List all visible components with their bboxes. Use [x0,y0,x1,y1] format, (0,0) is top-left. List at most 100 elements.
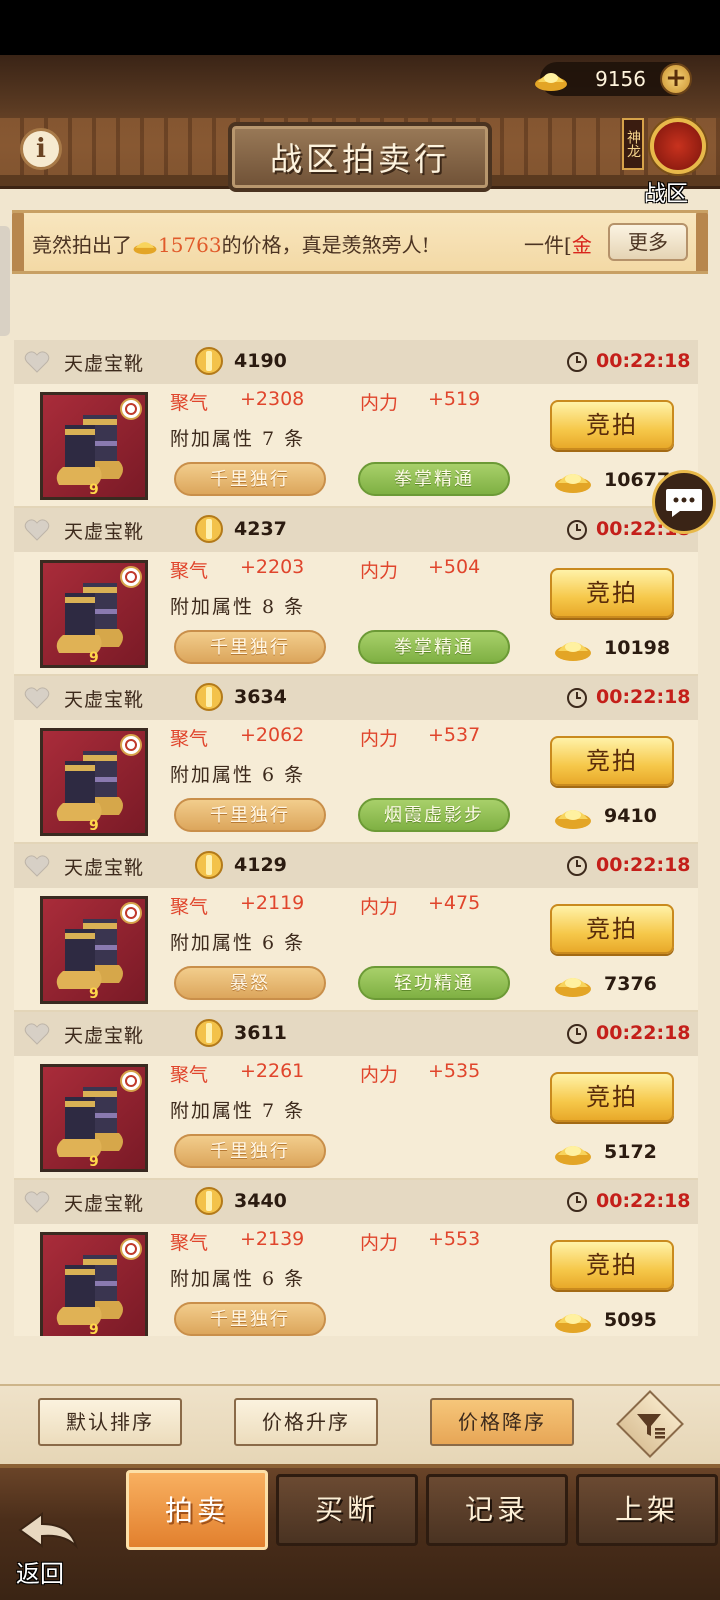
tab-records[interactable]: 记录 [426,1474,568,1546]
stat1-label: 聚气 [170,1232,209,1254]
heart-icon[interactable] [24,854,50,878]
page-title: 战区拍卖行 [269,140,450,178]
boots-icon: 9 [56,902,142,1001]
bid-button[interactable]: 竞拍 [550,1072,674,1122]
zone-tag: 神龙 [622,118,644,170]
item-timer: 00:22:18 [596,1022,691,1044]
heart-icon[interactable] [24,686,50,710]
stat1-value: +2139 [240,1228,305,1250]
filter-icon [637,1414,665,1439]
svg-text:9: 9 [89,1322,99,1336]
auction-item[interactable]: 天虚宝靴 3634 00:22:18 9 聚气 +2062 内力 +537 附加… [14,676,698,844]
tab-list-item[interactable]: 上架 [576,1474,718,1546]
boots-icon: 9 [56,566,142,665]
item-header: 天虚宝靴 4237 00:22:18 [14,508,698,552]
item-header: 天虚宝靴 4129 00:22:18 [14,844,698,888]
boots-icon: 9 [56,1238,142,1336]
clock-icon [567,1192,587,1212]
chat-button[interactable] [652,470,716,534]
item-thumbnail[interactable]: 9 [40,392,148,500]
gold-ingot-icon [555,978,591,997]
skill-tag-primary: 千里独行 [174,1302,326,1336]
gold-ingot-icon [555,642,591,661]
sort-price-asc-button[interactable]: 价格升序 [234,1398,378,1446]
boots-icon: 9 [56,1070,142,1169]
heart-icon[interactable] [24,350,50,374]
bid-button[interactable]: 竞拍 [550,568,674,618]
auction-item[interactable]: 天虚宝靴 4129 00:22:18 9 聚气 +2119 内力 +475 附加… [14,844,698,1012]
item-timer: 00:22:18 [596,854,691,876]
item-thumbnail[interactable]: 9 [40,560,148,668]
stat2-value: +535 [428,1060,481,1082]
heart-icon[interactable] [24,1190,50,1214]
bid-button[interactable]: 竞拍 [550,1240,674,1290]
medal-icon [195,851,223,879]
auction-item[interactable]: 天虚宝靴 4190 00:22:18 9 聚气 +2308 内力 +519 附加… [14,340,698,508]
chat-icon [666,489,702,517]
auction-item[interactable]: 天虚宝靴 3440 00:22:18 9 聚气 +2139 内力 +553 附加… [14,1180,698,1336]
svg-text:9: 9 [89,1154,99,1169]
item-header: 天虚宝靴 4190 00:22:18 [14,340,698,384]
item-thumbnail[interactable]: 9 [40,896,148,1004]
gold-ingot-icon [555,1146,591,1165]
extra-attributes: 附加属性 6 条 [170,1268,306,1290]
currency-amount: 9156 [595,67,646,91]
info-button[interactable]: i [20,128,62,170]
skill-tag-primary: 千里独行 [174,462,326,496]
item-score: 3440 [234,1190,287,1212]
bid-button[interactable]: 竞拍 [550,400,674,450]
item-score: 4190 [234,350,287,372]
stat2-value: +504 [428,556,481,578]
bid-button[interactable]: 竞拍 [550,736,674,786]
skill-tag-primary: 暴怒 [174,966,326,1000]
sort-price-desc-button[interactable]: 价格降序 [430,1398,574,1446]
stat1-value: +2261 [240,1060,305,1082]
item-score: 4237 [234,518,287,540]
tab-buyout[interactable]: 买断 [276,1474,418,1546]
skill-tag-primary: 千里独行 [174,798,326,832]
item-name: 天虚宝靴 [64,857,145,879]
item-score: 4129 [234,854,287,876]
skill-tag-primary: 千里独行 [174,630,326,664]
status-bar-area [0,0,720,60]
bid-button[interactable]: 竞拍 [550,904,674,954]
svg-text:9: 9 [89,818,99,833]
zone-badge[interactable]: 神龙 战区 [620,112,710,207]
boots-icon: 9 [56,734,142,833]
clock-icon [567,520,587,540]
gold-ingot-icon [133,242,157,255]
skill-tag-secondary: 轻功精通 [358,966,510,1000]
back-arrow-icon [18,1512,78,1550]
item-thumbnail[interactable]: 9 [40,1064,148,1172]
sort-default-button[interactable]: 默认排序 [38,1398,182,1446]
item-thumbnail[interactable]: 9 [40,728,148,836]
tab-auction[interactable]: 拍卖 [126,1470,268,1550]
skill-tag-secondary: 烟霞虚影步 [358,798,510,832]
heart-icon[interactable] [24,1022,50,1046]
auction-list[interactable]: 天虚宝靴 4190 00:22:18 9 聚气 +2308 内力 +519 附加… [14,340,698,1336]
stat1-label: 聚气 [170,560,209,582]
item-thumbnail[interactable]: 9 [40,1232,148,1336]
stat2-value: +553 [428,1228,481,1250]
stat1-value: +2062 [240,724,305,746]
extra-attributes: 附加属性 6 条 [170,932,306,954]
auction-item[interactable]: 天虚宝靴 3611 00:22:18 9 聚气 +2261 内力 +535 附加… [14,1012,698,1180]
more-button[interactable]: 更多 [608,223,688,261]
heart-icon[interactable] [24,518,50,542]
stat2-label: 内力 [360,896,399,918]
stat1-value: +2308 [240,388,305,410]
svg-text:9: 9 [89,986,99,1001]
clock-icon [567,856,587,876]
add-currency-button[interactable]: + [660,63,692,95]
announcement-marquee: 竟然拍出了 15763的价格，真是羡煞旁人! 一件[金 更多 [12,210,708,274]
item-timer: 00:22:18 [596,1190,691,1212]
medal-icon [195,515,223,543]
svg-text:9: 9 [89,482,99,497]
auction-item[interactable]: 天虚宝靴 4237 00:22:18 9 聚气 +2203 内力 +504 附加… [14,508,698,676]
gold-ingot-icon [535,73,567,91]
medal-icon [195,1187,223,1215]
dragon-emblem-icon [650,118,706,174]
clock-icon [567,352,587,372]
back-button[interactable]: 返回 [10,1510,84,1590]
side-pull-tab[interactable] [0,226,10,336]
